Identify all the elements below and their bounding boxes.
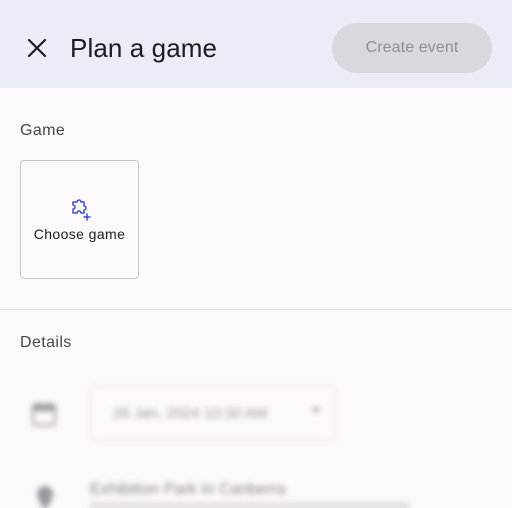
- close-icon: [27, 38, 47, 58]
- details-section-label: Details: [20, 334, 72, 351]
- close-button[interactable]: [17, 28, 57, 68]
- top-app-bar: Plan a game Create event: [0, 0, 512, 88]
- date-time-picker[interactable]: 26 Jan, 2024 10:30 AM: [90, 385, 336, 441]
- choose-game-card[interactable]: Choose game: [20, 160, 139, 279]
- page-title: Plan a game: [70, 33, 218, 63]
- puzzle-add-icon: [71, 199, 91, 221]
- location-pin-icon: [37, 486, 53, 508]
- location-address-placeholder: [90, 502, 410, 508]
- create-event-button[interactable]: Create event: [332, 23, 492, 73]
- section-divider: [0, 309, 512, 310]
- plan-game-screen: Plan a game Create event Game Choose gam…: [0, 0, 512, 508]
- location-name[interactable]: Exhibition Park In Canberra: [90, 481, 286, 499]
- game-section-label: Game: [20, 122, 66, 139]
- chevron-down-icon: [311, 408, 321, 413]
- calendar-icon: [32, 402, 56, 426]
- date-time-value: 26 Jan, 2024 10:30 AM: [113, 404, 268, 422]
- choose-game-label: Choose game: [33, 226, 126, 242]
